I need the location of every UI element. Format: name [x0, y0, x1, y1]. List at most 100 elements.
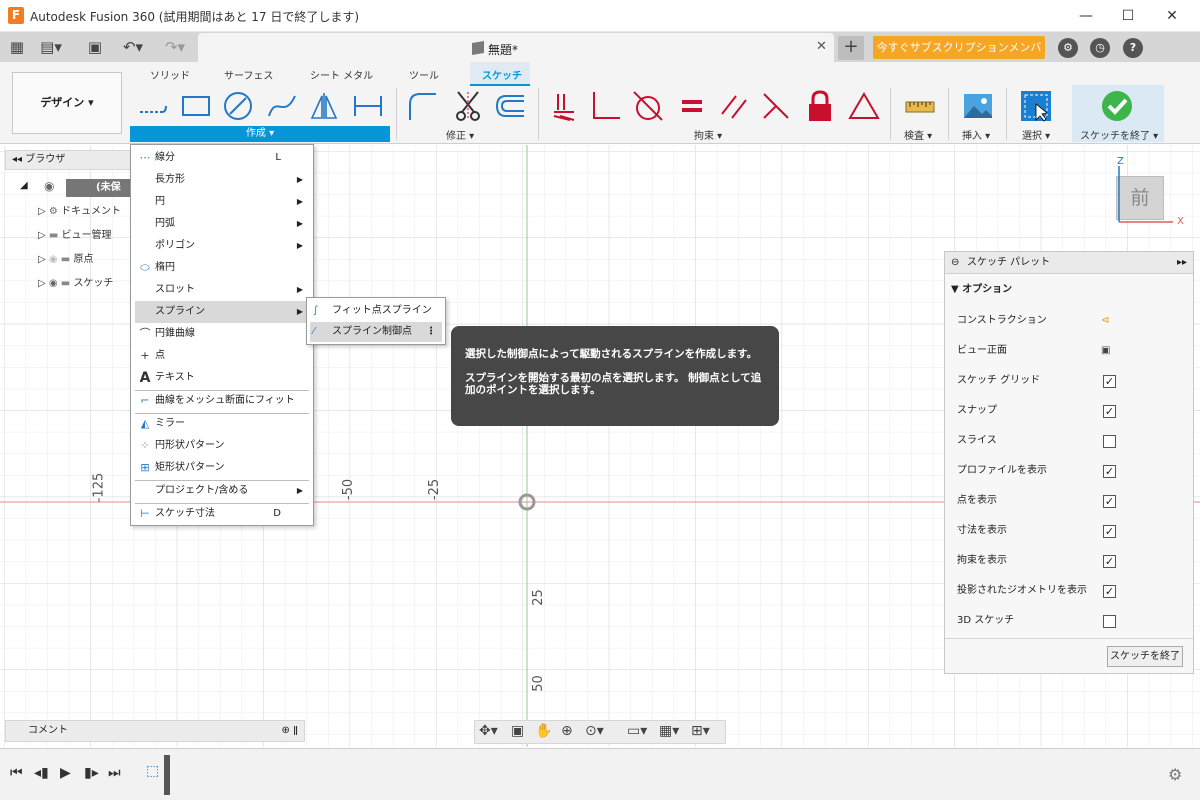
menu-item-arc[interactable]: 円弧 ▶: [135, 213, 309, 235]
fix-constraint-icon[interactable]: [548, 90, 580, 122]
timeline-settings-gear-icon[interactable]: ⚙: [1168, 765, 1182, 784]
menu-item-point[interactable]: + 点: [135, 345, 309, 367]
show-points-checkbox[interactable]: ✓: [1103, 495, 1116, 508]
create-group-dropdown[interactable]: 作成 ▾: [130, 126, 390, 142]
tab-sheet-metal[interactable]: シート メタル: [310, 67, 373, 82]
menu-item-conic-curve[interactable]: ⌒ 円錐曲線: [135, 323, 309, 345]
menu-item-ellipse[interactable]: ⬭ 楕円: [135, 257, 309, 279]
palette-row-look-at[interactable]: ビュー正面 ▣: [957, 336, 1187, 366]
tree-collapse-icon[interactable]: ◢: [20, 180, 28, 191]
menu-item-mirror[interactable]: ◭ ミラー: [135, 413, 309, 435]
palette-row-slice[interactable]: スライス: [957, 426, 1187, 456]
timeline-sketch-feature-icon[interactable]: ⬚: [146, 763, 159, 779]
options-section-header[interactable]: ▼ オプション: [951, 280, 1012, 295]
browser-item-sketches[interactable]: ▷ ◉ ▬ スケッチ: [38, 274, 113, 294]
document-tab[interactable]: 無題* ✕: [198, 33, 834, 63]
menu-item-line[interactable]: ⋯ 線分 L: [135, 147, 309, 169]
fillet-tool-icon[interactable]: [406, 90, 438, 122]
browser-item-origin[interactable]: ▷ ◉ ▬ 原点: [38, 250, 93, 270]
submenu-item-control-point-spline[interactable]: ⁄ スプライン制御点 ⋮: [310, 322, 442, 342]
inspect-group-dropdown[interactable]: 検査 ▾: [904, 127, 932, 142]
mirror-tool-icon[interactable]: [308, 90, 340, 122]
finish-sketch-dropdown[interactable]: スケッチを終了 ▾: [1080, 127, 1158, 142]
line-tool-icon[interactable]: [136, 90, 168, 122]
menu-item-spline[interactable]: スプライン ▶: [135, 301, 309, 323]
browser-item-named-views[interactable]: ▷ ▬ ビュー管理: [38, 226, 112, 246]
tab-sketch[interactable]: スケッチ: [482, 67, 522, 82]
extensions-icon[interactable]: ⚙: [1058, 38, 1078, 58]
step-forward-icon[interactable]: ▮▸: [84, 765, 99, 781]
modify-group-dropdown[interactable]: 修正 ▾: [446, 127, 474, 142]
menu-item-sketch-dimension[interactable]: ⊢ スケッチ寸法 D: [135, 503, 309, 525]
redo-icon[interactable]: ↷▾: [160, 37, 190, 57]
show-projected-geometry-checkbox[interactable]: ✓: [1103, 585, 1116, 598]
menu-item-slot[interactable]: スロット ▶: [135, 279, 309, 301]
palette-row-sketch-grid[interactable]: スケッチ グリッド ✓: [957, 366, 1187, 396]
palette-row-show-constraints[interactable]: 拘束を表示 ✓: [957, 546, 1187, 576]
trim-scissors-icon[interactable]: [452, 90, 484, 122]
palette-finish-sketch-button[interactable]: スケッチを終了: [1107, 646, 1183, 667]
close-window-button[interactable]: ✕: [1152, 4, 1192, 28]
maximize-button[interactable]: ☐: [1108, 4, 1148, 28]
comments-bar[interactable]: コメント ⊕ ǁ: [5, 720, 305, 742]
job-status-clock-icon[interactable]: ◷: [1090, 38, 1110, 58]
tab-tools[interactable]: ツール: [409, 67, 439, 82]
menu-item-text[interactable]: A テキスト: [135, 367, 309, 389]
help-icon[interactable]: ?: [1123, 38, 1143, 58]
file-menu-icon[interactable]: ▤▾: [40, 37, 62, 57]
insert-image-icon[interactable]: [962, 90, 994, 122]
new-tab-button[interactable]: +: [838, 36, 864, 60]
palette-row-construction[interactable]: コンストラクション ⊲: [957, 306, 1187, 336]
select-window-icon[interactable]: [1020, 90, 1052, 122]
menu-item-rectangle[interactable]: 長方形 ▶: [135, 169, 309, 191]
lock-constraint-icon[interactable]: [804, 90, 836, 122]
spline-tool-icon[interactable]: [266, 90, 298, 122]
measure-ruler-icon[interactable]: [904, 90, 936, 122]
play-icon[interactable]: ▶: [60, 765, 71, 781]
subscribe-button[interactable]: 今すぐサブスクリプションメンバーに...: [873, 36, 1045, 77]
undo-icon[interactable]: ↶▾: [118, 37, 148, 57]
look-at-nav-icon[interactable]: ▣: [511, 723, 524, 739]
tangent-constraint-icon[interactable]: [632, 90, 664, 122]
sketch-grid-checkbox[interactable]: ✓: [1103, 375, 1116, 388]
offset-tool-icon[interactable]: [494, 90, 526, 122]
equal-constraint-icon[interactable]: [676, 90, 708, 122]
menu-item-fit-curve-to-mesh[interactable]: ⌐ 曲線をメッシュ断面にフィット: [135, 390, 309, 412]
coincident-constraint-icon[interactable]: [760, 90, 792, 122]
palette-row-show-projected-geometry[interactable]: 投影されたジオメトリを表示 ✓: [957, 576, 1187, 606]
go-to-start-icon[interactable]: ⏮: [10, 765, 23, 781]
symmetry-constraint-icon[interactable]: [848, 90, 880, 122]
perpendicular-constraint-icon[interactable]: [590, 90, 622, 122]
visibility-eye-icon[interactable]: ◉: [44, 179, 54, 193]
menu-item-circle[interactable]: 円 ▶: [135, 191, 309, 213]
sketch-palette-header[interactable]: ⊖ スケッチ パレット ▸▸: [945, 252, 1193, 274]
browser-item-document-settings[interactable]: ▷ ⚙ ドキュメント: [38, 202, 121, 222]
close-tab-icon[interactable]: ✕: [816, 39, 827, 54]
3d-sketch-checkbox[interactable]: [1103, 615, 1116, 628]
show-constraints-checkbox[interactable]: ✓: [1103, 555, 1116, 568]
save-icon[interactable]: ▣: [84, 37, 106, 57]
palette-row-show-profile[interactable]: プロファイルを表示 ✓: [957, 456, 1187, 486]
zoom-icon[interactable]: ⊕: [561, 723, 573, 739]
menu-item-circular-pattern[interactable]: ⁘ 円形状パターン: [135, 435, 309, 457]
pan-hand-icon[interactable]: ✋: [535, 723, 552, 739]
constrain-group-dropdown[interactable]: 拘束 ▾: [694, 127, 722, 142]
menu-item-polygon[interactable]: ポリゴン ▶: [135, 235, 309, 257]
slice-checkbox[interactable]: [1103, 435, 1116, 448]
tab-surface[interactable]: サーフェス: [224, 67, 273, 82]
fit-zoom-icon[interactable]: ⊙▾: [585, 723, 604, 739]
menu-item-rectangular-pattern[interactable]: ⊞ 矩形状パターン: [135, 457, 309, 479]
orbit-icon[interactable]: ✥▾: [479, 723, 498, 739]
palette-row-snap[interactable]: スナップ ✓: [957, 396, 1187, 426]
sketch-dimension-icon[interactable]: [352, 90, 384, 122]
menu-item-project-include[interactable]: プロジェクト/含める ▶: [135, 480, 309, 502]
browser-panel-header[interactable]: ◂◂ ブラウザ: [5, 150, 133, 170]
browser-root-node[interactable]: (未保存): [66, 179, 132, 197]
viewports-icon[interactable]: ⊞▾: [691, 723, 710, 739]
palette-row-show-dimensions[interactable]: 寸法を表示 ✓: [957, 516, 1187, 546]
palette-row-show-points[interactable]: 点を表示 ✓: [957, 486, 1187, 516]
show-dimensions-checkbox[interactable]: ✓: [1103, 525, 1116, 538]
minimize-button[interactable]: —: [1066, 4, 1106, 28]
rectangle-tool-icon[interactable]: [180, 90, 212, 122]
parallel-constraint-icon[interactable]: [718, 90, 750, 122]
